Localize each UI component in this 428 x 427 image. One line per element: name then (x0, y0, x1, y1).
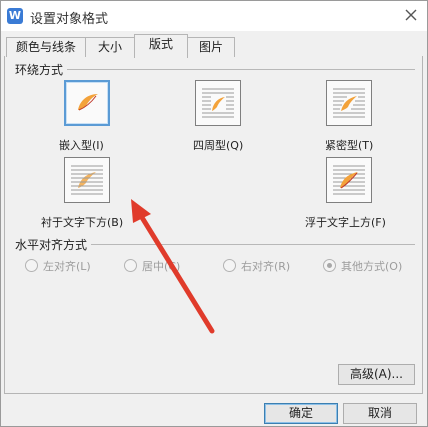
format-object-dialog: W 设置对象格式 颜色与线条 大小 版式 图片 环绕方式 嵌入型(I) 四周型(… (0, 0, 428, 427)
tab-color-line[interactable]: 颜色与线条 (6, 37, 86, 57)
align-other-radio[interactable] (323, 259, 336, 272)
align-right-radio[interactable] (223, 259, 236, 272)
align-section-heading: 水平对齐方式 (15, 236, 92, 253)
wrap-section-heading: 环绕方式 (15, 61, 68, 78)
close-icon[interactable] (403, 7, 419, 23)
align-center-label[interactable]: 居中(C) (142, 258, 180, 274)
tab-layout[interactable]: 版式 (134, 34, 188, 58)
wrap-inline-label[interactable]: 嵌入型(I) (59, 137, 104, 153)
wps-logo-icon: W (7, 8, 23, 24)
ok-button[interactable]: 确定 (264, 403, 338, 424)
align-left-label[interactable]: 左对齐(L) (43, 258, 91, 274)
wrap-square-thumbnail[interactable] (195, 80, 241, 126)
dialog-title: 设置对象格式 (30, 12, 109, 27)
align-other-label[interactable]: 其他方式(O) (341, 258, 402, 274)
wrap-front-thumbnail[interactable] (326, 157, 372, 203)
tight-layout-icon (333, 88, 365, 118)
behind-text-layout-icon (71, 165, 103, 195)
wrap-behind-thumbnail[interactable] (64, 157, 110, 203)
title-bar: W 设置对象格式 (1, 1, 427, 31)
wrap-behind-label[interactable]: 衬于文字下方(B) (41, 214, 123, 230)
wrap-square-label[interactable]: 四周型(Q) (193, 137, 243, 153)
align-section-rule (87, 244, 415, 245)
inline-layout-icon (78, 94, 98, 111)
wrap-inline-thumbnail[interactable] (64, 80, 110, 126)
square-layout-icon (202, 88, 234, 118)
tab-size[interactable]: 大小 (85, 37, 135, 57)
cancel-button[interactable]: 取消 (343, 403, 417, 424)
tab-picture[interactable]: 图片 (187, 37, 235, 57)
align-center-radio[interactable] (124, 259, 137, 272)
align-left-radio[interactable] (25, 259, 38, 272)
wrap-tight-thumbnail[interactable] (326, 80, 372, 126)
tab-strip: 颜色与线条 大小 版式 图片 (1, 34, 427, 58)
advanced-button[interactable]: 高级(A)... (338, 364, 415, 385)
wrap-tight-label[interactable]: 紧密型(T) (325, 137, 373, 153)
wrap-front-label[interactable]: 浮于文字上方(F) (305, 214, 386, 230)
align-right-label[interactable]: 右对齐(R) (241, 258, 290, 274)
in-front-of-text-layout-icon (333, 165, 365, 195)
wrap-section-rule (65, 69, 415, 70)
